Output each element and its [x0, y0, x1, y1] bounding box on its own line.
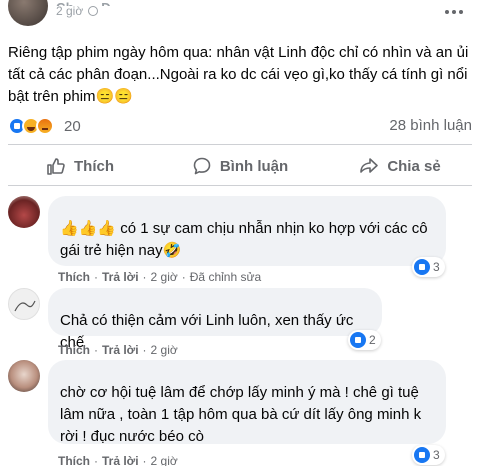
comment-button[interactable]: Bình luận: [160, 148, 320, 184]
comment-reply-link[interactable]: Trả lời: [102, 343, 139, 357]
comment-reactions[interactable]: 3: [412, 257, 445, 277]
divider: [8, 144, 472, 145]
reactions-summary[interactable]: 20: [8, 115, 81, 137]
commenter-name[interactable]: [60, 368, 434, 382]
commenter-name[interactable]: [60, 204, 434, 218]
angry-icon: [36, 117, 54, 135]
like-button[interactable]: Thích: [0, 148, 160, 184]
comment-edited: Đã chỉnh sửa: [189, 270, 262, 284]
commenter-avatar[interactable]: [8, 360, 40, 392]
comment-like-link[interactable]: Thích: [58, 343, 90, 357]
like-icon: [350, 332, 366, 348]
comment-text: chờ cơ hội tuệ lâm để chớp lấy minh ý mà…: [60, 384, 422, 445]
author-avatar[interactable]: [8, 0, 48, 26]
like-icon: [414, 259, 430, 275]
commenter-avatar[interactable]: [8, 196, 40, 228]
comment-bubble: Chả có thiện cảm với Linh luôn, xen thấy…: [48, 288, 382, 351]
like-icon: [414, 447, 430, 463]
comment-like-link[interactable]: Thích: [58, 454, 90, 466]
comment-icon: [193, 157, 211, 175]
share-button[interactable]: Chia sẻ: [320, 148, 480, 184]
comment-reply-link[interactable]: Trả lời: [102, 270, 139, 284]
comment-time[interactable]: 2 giờ: [151, 454, 178, 466]
share-button-label: Chia sẻ: [387, 157, 441, 175]
reaction-count: 20: [64, 117, 81, 135]
comment-bubble: 👍👍👍 có 1 sự cam chịu nhẫn nhịn ko hợp vớ…: [48, 196, 446, 266]
comment-meta: Thích · Trả lời · 2 giờ: [58, 343, 178, 357]
comment-meta: Thích · Trả lời · 2 giờ · Đã chỉnh sửa: [58, 270, 262, 284]
divider: [8, 185, 472, 186]
comment-count-link[interactable]: 28 bình luận: [389, 117, 472, 134]
comment-text: 👍👍👍 có 1 sự cam chịu nhẫn nhịn ko hợp vớ…: [60, 220, 428, 259]
share-icon: [360, 158, 379, 173]
comment-bubble: chờ cơ hội tuệ lâm để chớp lấy minh ý mà…: [48, 360, 446, 445]
post-time[interactable]: 2 giờ: [56, 4, 83, 18]
comment-meta: Thích · Trả lời · 2 giờ: [58, 454, 178, 466]
comment-reaction-count: 2: [369, 333, 376, 347]
comment-reply-link[interactable]: Trả lời: [102, 454, 139, 466]
comment-reaction-count: 3: [433, 448, 440, 462]
post-text: Riêng tập phim ngày hôm qua: nhân vật Li…: [8, 44, 469, 105]
like-button-label: Thích: [74, 157, 114, 175]
thumbs-up-icon: [47, 158, 65, 175]
avatar-sketch-icon: [14, 300, 36, 312]
comment-reactions[interactable]: 3: [412, 445, 445, 465]
comment-reactions[interactable]: 2: [348, 330, 381, 350]
commenter-avatar[interactable]: [8, 288, 40, 320]
commenter-name[interactable]: [60, 296, 370, 310]
comment-reaction-count: 3: [433, 260, 440, 274]
comment-button-label: Bình luận: [219, 157, 289, 175]
action-bar: Thích Bình luận Chia sẻ: [0, 148, 480, 184]
post-header: Ch...... D.... 2 giờ: [0, 0, 480, 34]
comment-time[interactable]: 2 giờ: [151, 270, 178, 284]
comment-like-link[interactable]: Thích: [58, 270, 90, 284]
comment-time[interactable]: 2 giờ: [151, 343, 178, 357]
more-options-button[interactable]: [440, 2, 468, 22]
globe-icon: [88, 6, 98, 16]
